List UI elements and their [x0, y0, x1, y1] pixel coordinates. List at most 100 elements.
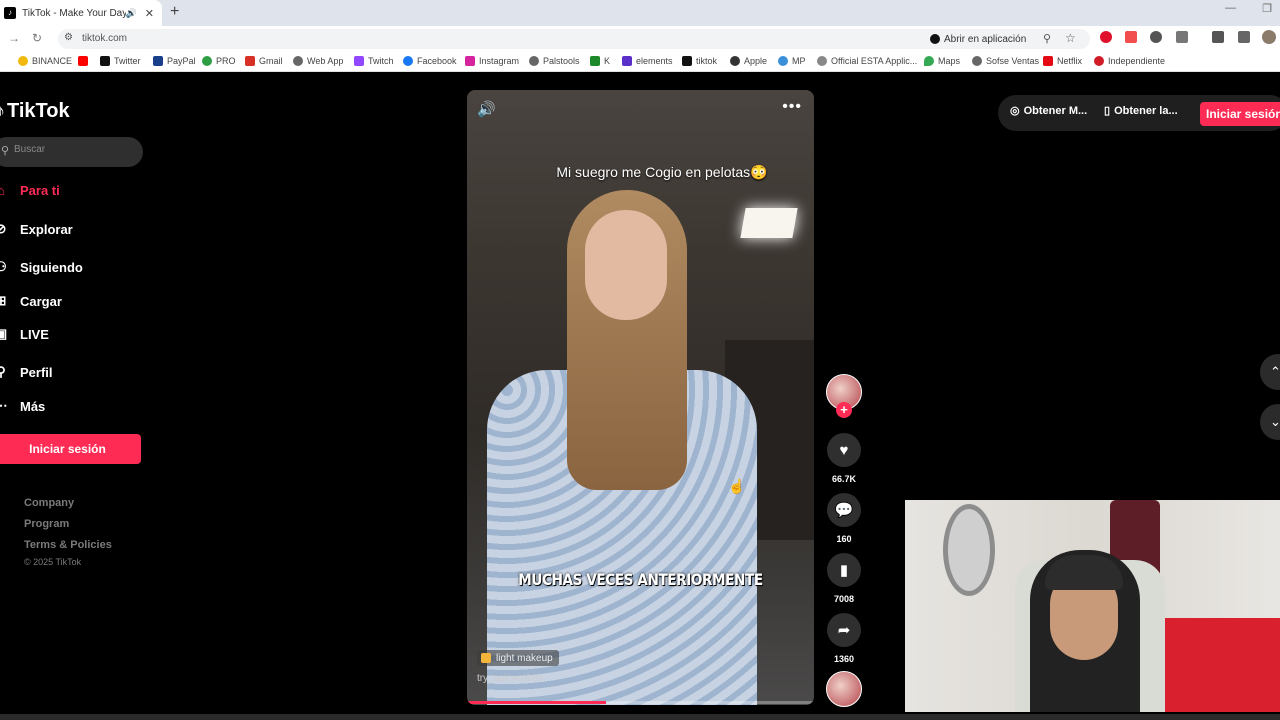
nav-item-explorar[interactable]: ⊘ Explorar — [0, 221, 73, 237]
like-button[interactable]: ♥ — [827, 433, 861, 467]
bookmark-item[interactable]: Facebook — [403, 56, 457, 66]
upload-icon: ⊞ — [0, 293, 7, 308]
browser-tab[interactable]: ♪ TikTok - Make Your Day 🔊 ✕ — [0, 0, 162, 26]
footer-company-link[interactable]: Company — [24, 497, 74, 509]
bookmark-label: Instagram — [479, 56, 520, 66]
more-options-icon[interactable]: ••• — [782, 98, 802, 116]
reload-icon[interactable]: ↻ — [32, 31, 42, 45]
restore-icon[interactable]: ❐ — [1262, 2, 1272, 15]
nav-item-cargar[interactable]: ⊞ Cargar — [0, 293, 62, 309]
logo-text: TikTok — [7, 100, 70, 122]
bookmark-item[interactable]: Twitch — [354, 56, 394, 66]
bookmark-item[interactable]: Gmail — [245, 56, 283, 66]
footer-terms-link[interactable]: Terms & Policies — [24, 539, 112, 551]
bookmark-label: Gmail — [259, 56, 283, 66]
pro-icon — [202, 56, 212, 66]
bookmark-label: Apple — [744, 56, 768, 66]
new-tab-button[interactable]: + — [170, 3, 179, 21]
window-controls: — ❐ — [1225, 2, 1272, 15]
tab-title: TikTok - Make Your Day — [22, 7, 126, 19]
bookmark-label: Facebook — [417, 56, 457, 66]
bookmark-item[interactable]: tiktok — [682, 56, 717, 66]
bookmark-icon: ▮ — [839, 562, 849, 579]
bookmark-item[interactable]: Instagram — [465, 56, 519, 66]
profile-avatar-icon[interactable] — [1262, 30, 1276, 44]
bookmark-item[interactable]: elements — [622, 56, 673, 66]
open-in-app-button[interactable]: Abrir en aplicación — [930, 31, 1026, 47]
tiktok-favicon-icon: ♪ — [4, 7, 16, 19]
netflix-icon — [1043, 56, 1053, 66]
bookmark-item[interactable]: Independiente — [1094, 56, 1165, 66]
volume-icon[interactable]: 🔊 — [477, 100, 496, 118]
bookmark-star-icon[interactable]: ☆ — [1065, 31, 1076, 45]
download-icon[interactable] — [1212, 31, 1224, 43]
previous-video-button[interactable]: ⌃ — [1260, 354, 1280, 390]
tab-audio-icon[interactable]: 🔊 — [126, 8, 137, 19]
bookmark-item[interactable]: PayPal — [153, 56, 196, 66]
menu-icon[interactable] — [1238, 31, 1250, 43]
footer-program-link[interactable]: Program — [24, 518, 69, 530]
bookmark-item[interactable]: K — [590, 56, 610, 66]
bookmark-item[interactable]: Maps — [924, 56, 960, 66]
save-button[interactable]: ▮ — [827, 553, 861, 587]
bookmark-item[interactable]: Twitter — [100, 56, 141, 66]
mercadopago-icon — [778, 56, 788, 66]
extension-icon[interactable] — [1125, 31, 1137, 43]
zoom-icon[interactable]: ⚲ — [1043, 32, 1051, 45]
next-video-button[interactable]: ⌄ — [1260, 404, 1280, 440]
extension-icon[interactable] — [1150, 31, 1162, 43]
search-input[interactable] — [14, 144, 124, 155]
opera-extension-icon[interactable] — [1100, 31, 1112, 43]
bookmark-item[interactable]: MP — [778, 56, 806, 66]
bookmark-item[interactable]: Web App — [293, 56, 343, 66]
sidebar-login-button[interactable]: Iniciar sesión — [0, 434, 141, 464]
maps-icon — [924, 56, 934, 66]
independiente-icon — [1094, 56, 1104, 66]
forward-icon[interactable]: → — [8, 31, 20, 45]
address-bar[interactable]: ⚙ tiktok.com Abrir en aplicación ⚲ ☆ — [58, 29, 1090, 49]
extensions-puzzle-icon[interactable] — [1176, 31, 1188, 43]
search-box[interactable]: ⚲ — [0, 137, 143, 167]
bookmark-item[interactable]: Palstools — [529, 56, 580, 66]
globe-icon — [972, 56, 982, 66]
globe-icon — [293, 56, 303, 66]
bookmark-item[interactable]: BINANCE — [18, 56, 72, 66]
share-button[interactable]: ➦ — [827, 613, 861, 647]
bookmark-item[interactable]: Official ESTA Applic... — [817, 56, 917, 66]
comment-button[interactable]: 💬 — [827, 493, 861, 527]
live-icon: ▣ — [0, 326, 8, 341]
bookmark-label: Sofse Ventas — [986, 56, 1040, 66]
nav-label: Perfil — [20, 364, 53, 380]
video-player[interactable]: 🔊 ••• Mi suegro me Cogio en pelotas😳 MUC… — [467, 90, 814, 705]
bookmark-item[interactable]: Netflix — [1043, 56, 1082, 66]
top-login-button[interactable]: Iniciar sesión — [1200, 102, 1280, 126]
nav-item-perfil[interactable]: ⚲ Perfil — [0, 364, 53, 380]
video-author[interactable]: try_spicycubes — [477, 673, 543, 684]
bookmark-item[interactable]: PRO — [202, 56, 236, 66]
bookmark-item[interactable] — [78, 56, 88, 66]
bookmark-label: Twitter — [114, 56, 141, 66]
video-progress-bar[interactable] — [467, 701, 814, 704]
follow-plus-icon[interactable]: + — [836, 402, 852, 418]
video-caption-top: Mi suegro me Cogio en pelotas😳 — [556, 164, 768, 180]
nav-item-mas[interactable]: ⋯ Más — [0, 398, 45, 414]
bookmark-label: Web App — [307, 56, 344, 66]
get-coins-button[interactable]: ◎ Obtener M... — [1010, 104, 1087, 118]
instagram-icon — [465, 56, 475, 66]
site-info-icon[interactable]: ⚙ — [64, 32, 73, 43]
coin-icon: ◎ — [1010, 105, 1020, 117]
nav-label: Siguiendo — [20, 259, 83, 275]
minimize-icon[interactable]: — — [1225, 2, 1236, 15]
get-app-button[interactable]: ▯ Obtener la... — [1104, 104, 1178, 118]
video-tag[interactable]: light makeup — [477, 650, 559, 666]
nav-item-para-ti[interactable]: ⌂ Para ti — [0, 183, 60, 198]
bookmark-item[interactable]: Sofse Ventas — [972, 56, 1039, 66]
globe-icon — [529, 56, 539, 66]
tab-close-icon[interactable]: ✕ — [145, 7, 154, 20]
bookmark-item[interactable]: Apple — [730, 56, 767, 66]
nav-item-siguiendo[interactable]: ⚇ Siguiendo — [0, 259, 83, 275]
bookmark-label: MP — [792, 56, 806, 66]
music-disc-avatar[interactable] — [826, 671, 862, 707]
tiktok-logo[interactable]: ♪ TikTok — [0, 100, 70, 123]
nav-item-live[interactable]: ▣ LIVE — [0, 326, 49, 342]
